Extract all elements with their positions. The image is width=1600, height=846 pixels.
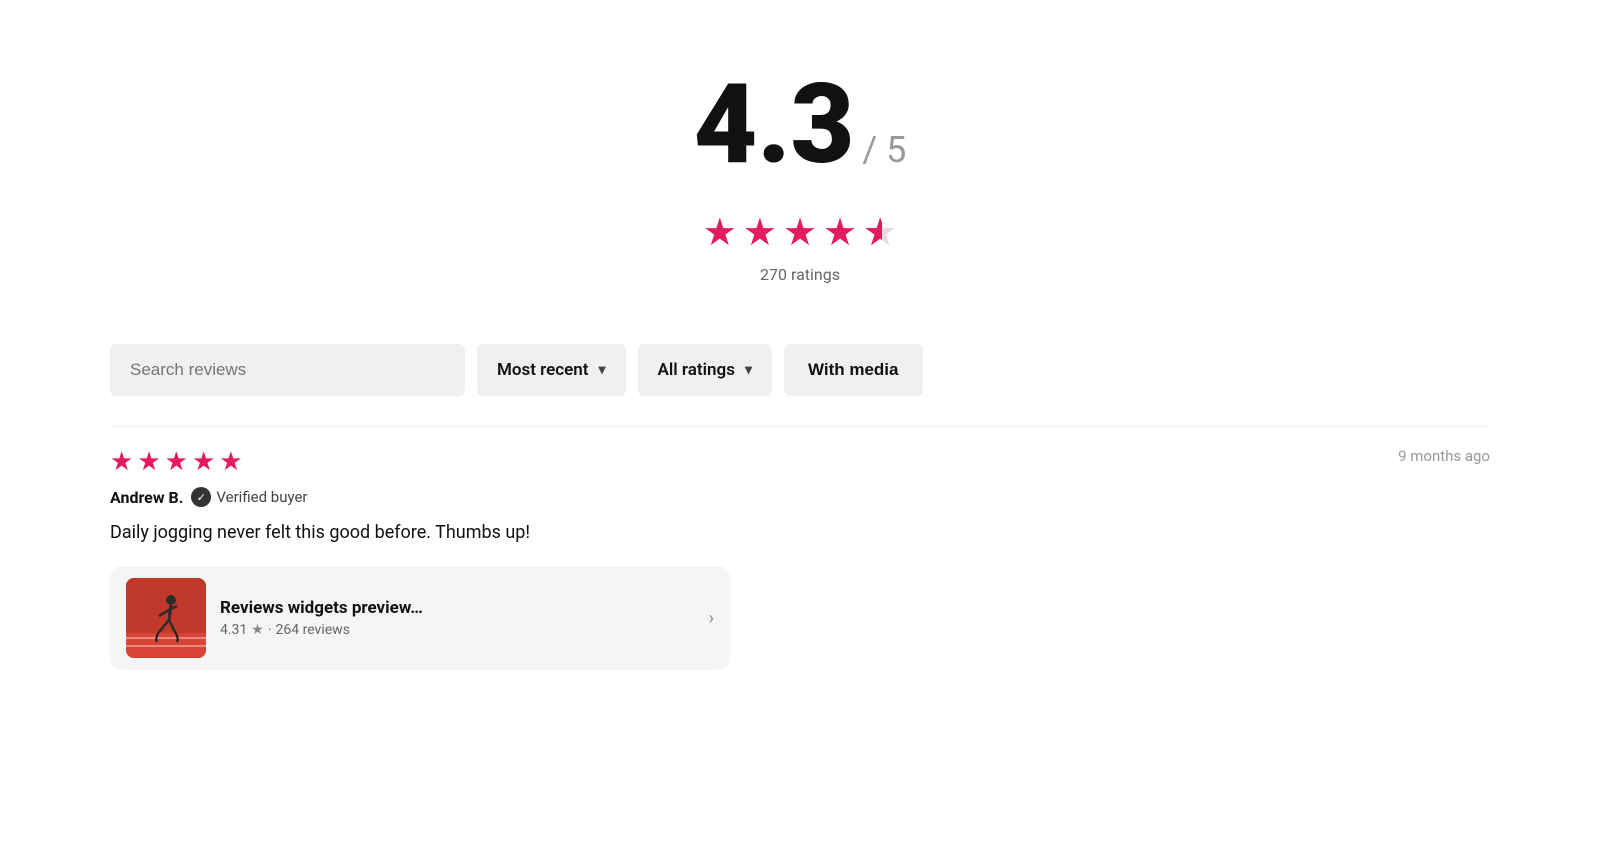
rating-stars-row: ★ ★ ★ ★ ★ ★: [110, 210, 1490, 255]
star-5-half: ★ ★: [863, 210, 897, 255]
sort-dropdown[interactable]: Most recent ▾: [477, 344, 626, 396]
verified-label: Verified buyer: [216, 488, 307, 506]
star-4: ★: [823, 210, 857, 255]
sort-chevron-icon: ▾: [599, 362, 606, 378]
review-star-1: ★: [110, 447, 133, 477]
preview-reviews-count: 264 reviews: [276, 622, 350, 638]
rating-score: 4.3: [694, 70, 855, 180]
review-star-3: ★: [165, 447, 188, 477]
preview-dot: ·: [268, 622, 272, 638]
page-wrapper: 4.3 / 5 ★ ★ ★ ★ ★ ★ 270 ratings Most rec…: [50, 0, 1550, 730]
sort-label: Most recent: [497, 360, 589, 380]
review-item: ★ ★ ★ ★ ★ 9 months ago Andrew B. ✓ Verif…: [110, 426, 1490, 690]
preview-thumb-svg: [126, 578, 206, 658]
search-input[interactable]: [110, 344, 465, 396]
star-2: ★: [743, 210, 777, 255]
preview-card[interactable]: Reviews widgets preview… 4.31 ★ · 264 re…: [110, 566, 730, 670]
preview-rating-value: 4.31: [220, 622, 247, 638]
verified-icon: ✓: [191, 487, 211, 507]
review-text: Daily jogging never felt this good befor…: [110, 519, 1490, 546]
media-filter-label: With media: [808, 360, 899, 379]
rating-dropdown[interactable]: All ratings ▾: [638, 344, 772, 396]
review-stars: ★ ★ ★ ★ ★: [110, 447, 243, 477]
reviewer-name: Andrew B.: [110, 488, 183, 507]
rating-chevron-icon: ▾: [745, 362, 752, 378]
review-header: ★ ★ ★ ★ ★ 9 months ago: [110, 447, 1490, 477]
rating-label: All ratings: [658, 360, 735, 380]
preview-card-meta: 4.31 ★ · 264 reviews: [220, 622, 695, 638]
rating-summary: 4.3 / 5 ★ ★ ★ ★ ★ ★ 270 ratings: [110, 40, 1490, 324]
rating-big: 4.3 / 5: [110, 70, 1490, 180]
preview-chevron-icon: ›: [709, 608, 714, 629]
review-star-2: ★: [137, 447, 160, 477]
media-filter-button[interactable]: With media: [784, 344, 923, 396]
preview-info: Reviews widgets preview… 4.31 ★ · 264 re…: [220, 598, 695, 638]
review-star-5: ★: [219, 447, 242, 477]
filter-bar: Most recent ▾ All ratings ▾ With media: [110, 324, 1490, 426]
reviewer-info: Andrew B. ✓ Verified buyer: [110, 487, 1490, 507]
star-1: ★: [703, 210, 737, 255]
star-3: ★: [783, 210, 817, 255]
preview-card-title: Reviews widgets preview…: [220, 598, 695, 618]
review-date: 9 months ago: [1398, 447, 1490, 465]
preview-star-icon: ★: [251, 622, 264, 638]
ratings-count: 270 ratings: [110, 265, 1490, 284]
preview-thumbnail: [126, 578, 206, 658]
verified-badge: ✓ Verified buyer: [191, 487, 307, 507]
review-star-4: ★: [192, 447, 215, 477]
rating-denom: / 5: [862, 129, 906, 171]
